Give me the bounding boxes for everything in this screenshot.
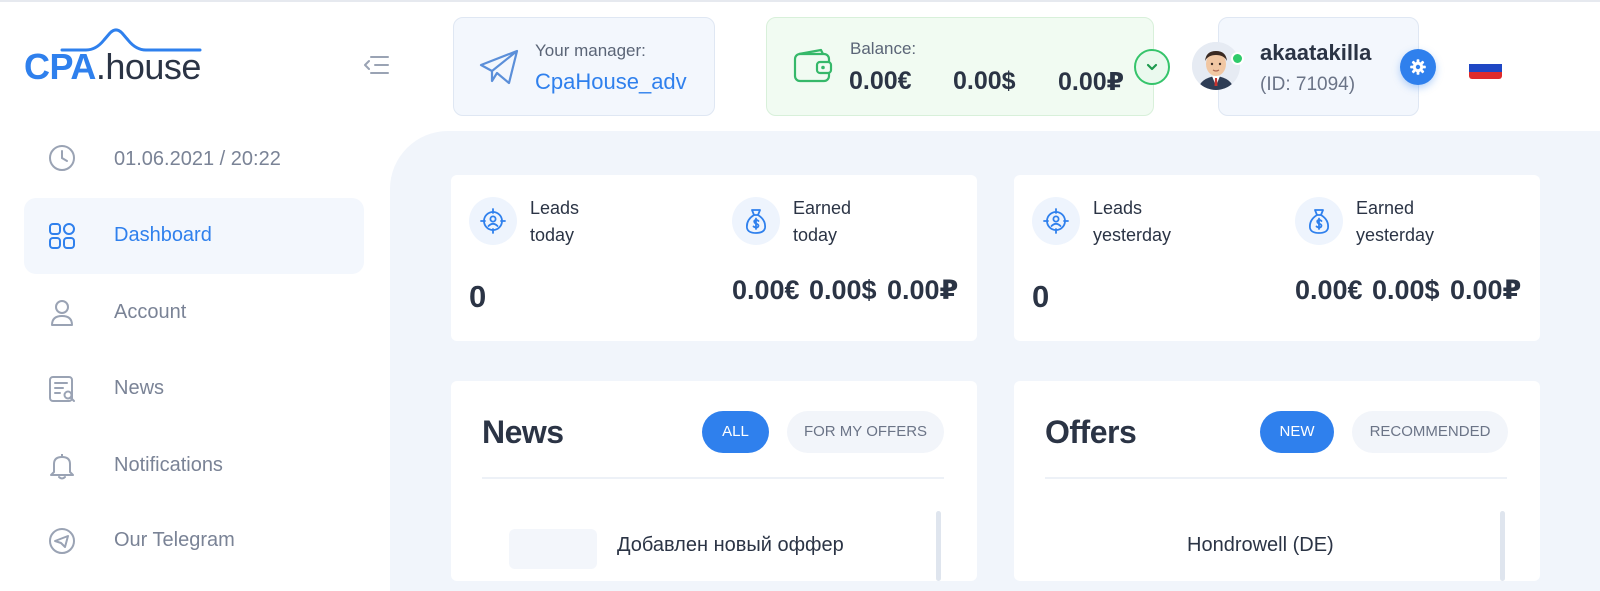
balance-rub: 0.00₽ (1058, 68, 1125, 96)
sidebar-item-label: Notifications (114, 454, 223, 476)
earned-yesterday-rub: 0.00₽ (1450, 275, 1522, 305)
leads-label-line1: Leads (1093, 198, 1143, 218)
sidebar-item-label: Our Telegram (114, 529, 235, 551)
tab-for-my-offers[interactable]: FOR MY OFFERS (787, 411, 944, 453)
datetime-text: 01.06.2021 / 20:22 (114, 148, 281, 170)
leads-yesterday-label: Leads yesterday (1093, 195, 1171, 249)
tab-new[interactable]: NEW (1260, 411, 1334, 453)
offers-panel-title: Offers (1045, 414, 1137, 450)
stats-yesterday-card: Leads yesterday Earned yesterday 0 0.00€… (1014, 175, 1540, 341)
clock-icon (49, 145, 75, 171)
manager-label: Your manager: (535, 41, 646, 60)
gear-icon (1410, 59, 1426, 75)
leads-label-line2: today (530, 225, 575, 245)
username: akaatakilla (1260, 40, 1372, 65)
sidebar-item-account[interactable]: Account (24, 275, 364, 351)
balance-eur: 0.00€ (849, 67, 912, 95)
earned-yesterday-usd: 0.00$ (1372, 275, 1440, 305)
online-status-dot (1231, 52, 1244, 65)
flag-stripe-red (1469, 71, 1502, 79)
news-scrollbar[interactable] (936, 511, 941, 581)
collapse-sidebar-button[interactable] (362, 52, 392, 78)
sidebar-item-news[interactable]: News (24, 351, 364, 427)
logo-house-text: .house (95, 46, 202, 87)
balance-label: Balance: (850, 39, 917, 58)
menu-collapse-icon (364, 56, 389, 74)
earned-label-line1: Earned (1356, 198, 1415, 218)
news-panel-title: News (482, 414, 564, 450)
news-item-title[interactable]: Добавлен новый оффер (617, 534, 844, 557)
leads-today-value: 0 (469, 279, 487, 314)
logo-text: CPA.house (24, 46, 201, 88)
sidebar-item-dashboard[interactable]: Dashboard (24, 198, 364, 274)
telegram-icon (49, 528, 75, 554)
balance-dropdown-button[interactable] (1134, 49, 1170, 85)
leads-label-line1: Leads (530, 198, 580, 218)
bell-icon (50, 454, 74, 480)
earned-today-eur: 0.00€ (732, 275, 800, 305)
user-id: (ID: 71094) (1260, 74, 1356, 95)
earned-today-label: Earned today (793, 195, 851, 249)
target-user-icon (480, 208, 506, 234)
sidebar-item-label: Account (114, 301, 187, 323)
leads-target-icon (1032, 197, 1080, 245)
top-border (0, 0, 1600, 2)
news-item-thumbnail (509, 529, 597, 569)
earned-label-line2: today (793, 225, 838, 245)
balance-usd: 0.00$ (953, 67, 1016, 95)
leads-target-icon (469, 197, 517, 245)
manager-card: Your manager: CpaHouse_adv (453, 17, 715, 116)
earned-today-usd: 0.00$ (809, 275, 877, 305)
money-bag-icon (1308, 209, 1330, 234)
earned-today-rub: 0.00₽ (887, 275, 959, 305)
leads-today-label: Leads today (530, 195, 579, 249)
earned-moneybag-icon (732, 197, 780, 245)
target-user-icon (1043, 208, 1069, 234)
flag-stripe-white (1469, 57, 1502, 65)
avatar-image (1192, 42, 1240, 90)
sidebar-item-telegram[interactable]: Our Telegram (24, 503, 364, 579)
offer-item-title[interactable]: Hondrowell (DE) (1187, 534, 1334, 557)
divider (482, 477, 944, 479)
flag-stripe-blue (1469, 64, 1502, 72)
language-flag-icon[interactable] (1469, 57, 1502, 79)
earned-yesterday-label: Earned yesterday (1356, 195, 1434, 249)
earned-moneybag-icon (1295, 197, 1343, 245)
earned-label-line1: Earned (793, 198, 852, 218)
user-icon (51, 300, 73, 326)
cpa-house-logo[interactable]: CPA.house (24, 28, 204, 87)
earned-yesterday-eur: 0.00€ (1295, 275, 1363, 305)
tab-recommended[interactable]: RECOMMENDED (1352, 411, 1508, 453)
logo-cpa-text: CPA (24, 46, 96, 87)
sidebar-item-label: Dashboard (114, 224, 212, 246)
user-card[interactable]: akaatakilla (ID: 71094) (1218, 17, 1419, 116)
telegram-icon (479, 49, 519, 85)
earned-label-line2: yesterday (1356, 225, 1435, 245)
stats-today-card: Leads today Earned today 0 0.00€ 0.00$ 0… (451, 175, 977, 341)
wallet-icon (793, 48, 833, 83)
offers-panel: Offers NEW RECOMMENDED Hondrowell (DE) (1014, 381, 1540, 581)
sidebar-item-notifications[interactable]: Notifications (24, 428, 364, 504)
avatar[interactable] (1192, 42, 1240, 90)
leads-yesterday-value: 0 (1032, 279, 1050, 314)
chevron-down-icon (1146, 63, 1158, 71)
tab-all[interactable]: ALL (702, 411, 769, 453)
balance-card: Balance: 0.00€ 0.00$ 0.00₽ (766, 17, 1154, 116)
leads-label-line2: yesterday (1093, 225, 1172, 245)
news-panel: News ALL FOR MY OFFERS Добавлен новый оф… (451, 381, 977, 581)
offers-scrollbar[interactable] (1500, 511, 1505, 581)
manager-link[interactable]: CpaHouse_adv (535, 69, 687, 95)
dashboard-grid-icon (49, 223, 75, 249)
sidebar-item-label: News (114, 377, 165, 399)
settings-button[interactable] (1400, 49, 1436, 85)
news-list-icon (49, 376, 75, 402)
money-bag-icon (745, 209, 767, 234)
divider (1045, 477, 1507, 479)
